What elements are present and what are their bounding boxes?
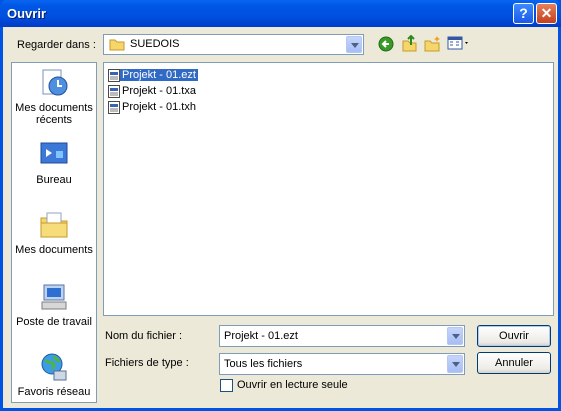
- look-in-value: SUEDOIS: [130, 38, 180, 50]
- folder-icon: [109, 39, 125, 51]
- file-list[interactable]: Projekt - 01.ezt Projekt - 01.txa Projek…: [103, 62, 554, 316]
- chevron-down-icon[interactable]: [346, 36, 362, 53]
- places-bar: Mes documents récents Bureau Mes documen…: [11, 62, 97, 403]
- network-globe-icon: [41, 353, 67, 381]
- file-item[interactable]: Projekt - 01.ezt: [108, 67, 198, 83]
- my-documents-icon: [40, 212, 68, 238]
- dialog-body: Regarder dans : SUEDOIS Mes documents ré…: [3, 27, 558, 408]
- cancel-button[interactable]: Annuler: [477, 352, 551, 374]
- place-my-computer[interactable]: Poste de travail: [12, 281, 96, 328]
- back-icon[interactable]: [378, 36, 394, 52]
- file-item[interactable]: Projekt - 01.txa: [108, 83, 198, 99]
- file-icon: [108, 100, 120, 114]
- title-bar[interactable]: Ouvrir ? ✕: [0, 0, 561, 27]
- file-type-select[interactable]: Tous les fichiers: [219, 353, 465, 375]
- up-folder-icon[interactable]: [401, 35, 417, 52]
- place-network[interactable]: Favoris réseau: [12, 351, 96, 398]
- file-type-value: Tous les fichiers: [224, 358, 303, 370]
- read-only-label[interactable]: Ouvrir en lecture seule: [237, 379, 348, 391]
- look-in-combo[interactable]: SUEDOIS: [103, 34, 364, 55]
- chevron-down-icon[interactable]: [447, 327, 463, 345]
- recent-documents-icon: [42, 69, 68, 96]
- place-desktop[interactable]: Bureau: [12, 139, 96, 186]
- place-recent-documents[interactable]: Mes documents récents: [12, 67, 96, 126]
- window-title: Ouvrir: [7, 6, 47, 21]
- new-folder-icon[interactable]: [424, 35, 441, 52]
- file-type-label: Fichiers de type :: [105, 357, 189, 369]
- open-dialog: Ouvrir ? ✕ Regarder dans : SUEDOIS Mes d…: [0, 0, 561, 411]
- look-in-label: Regarder dans :: [17, 39, 96, 51]
- file-item[interactable]: Projekt - 01.txh: [108, 99, 198, 115]
- file-icon: [108, 84, 120, 98]
- close-button[interactable]: ✕: [536, 3, 557, 24]
- desktop-icon: [40, 142, 68, 164]
- place-my-documents[interactable]: Mes documents: [12, 209, 96, 256]
- chevron-down-icon[interactable]: [447, 355, 463, 373]
- open-button[interactable]: Ouvrir: [477, 325, 551, 347]
- read-only-checkbox[interactable]: [220, 379, 233, 392]
- my-computer-icon: [41, 284, 67, 310]
- file-icon: [108, 68, 120, 82]
- view-menu-icon[interactable]: [447, 36, 471, 51]
- file-name-field[interactable]: Projekt - 01.ezt: [219, 325, 465, 347]
- file-name-label: Nom du fichier :: [105, 330, 183, 342]
- help-button[interactable]: ?: [513, 3, 534, 24]
- file-name-value: Projekt - 01.ezt: [224, 330, 298, 342]
